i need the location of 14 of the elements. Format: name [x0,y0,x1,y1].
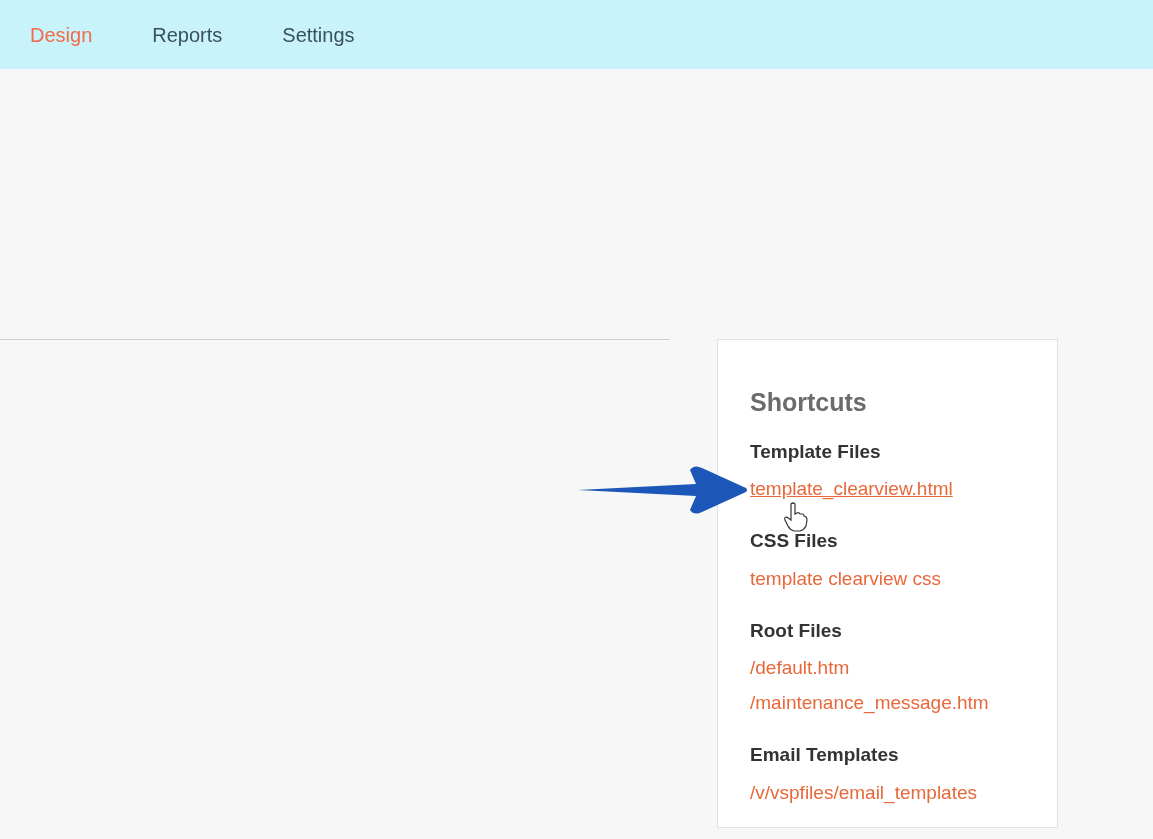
group-heading: Template Files [750,439,882,464]
group-heading: Email Templates [750,743,900,767]
file-link[interactable]: /v/vspfiles/email_templates [750,778,978,808]
hand-cursor-icon [784,502,808,532]
nav-tab[interactable]: Reports [152,19,223,50]
file-link[interactable]: /maintenance_message.htm [750,689,989,718]
panel-title: Shortcuts [750,387,868,418]
file-link[interactable]: /default.htm [750,654,850,683]
file-link[interactable]: template_clearview.html [750,475,953,504]
file-link[interactable]: template clearview css [750,564,942,594]
nav-tab[interactable]: Design [30,19,93,50]
nav-tab[interactable]: Settings [282,19,355,50]
group-heading: Root Files [750,618,843,643]
group-heading: CSS Files [750,529,839,553]
